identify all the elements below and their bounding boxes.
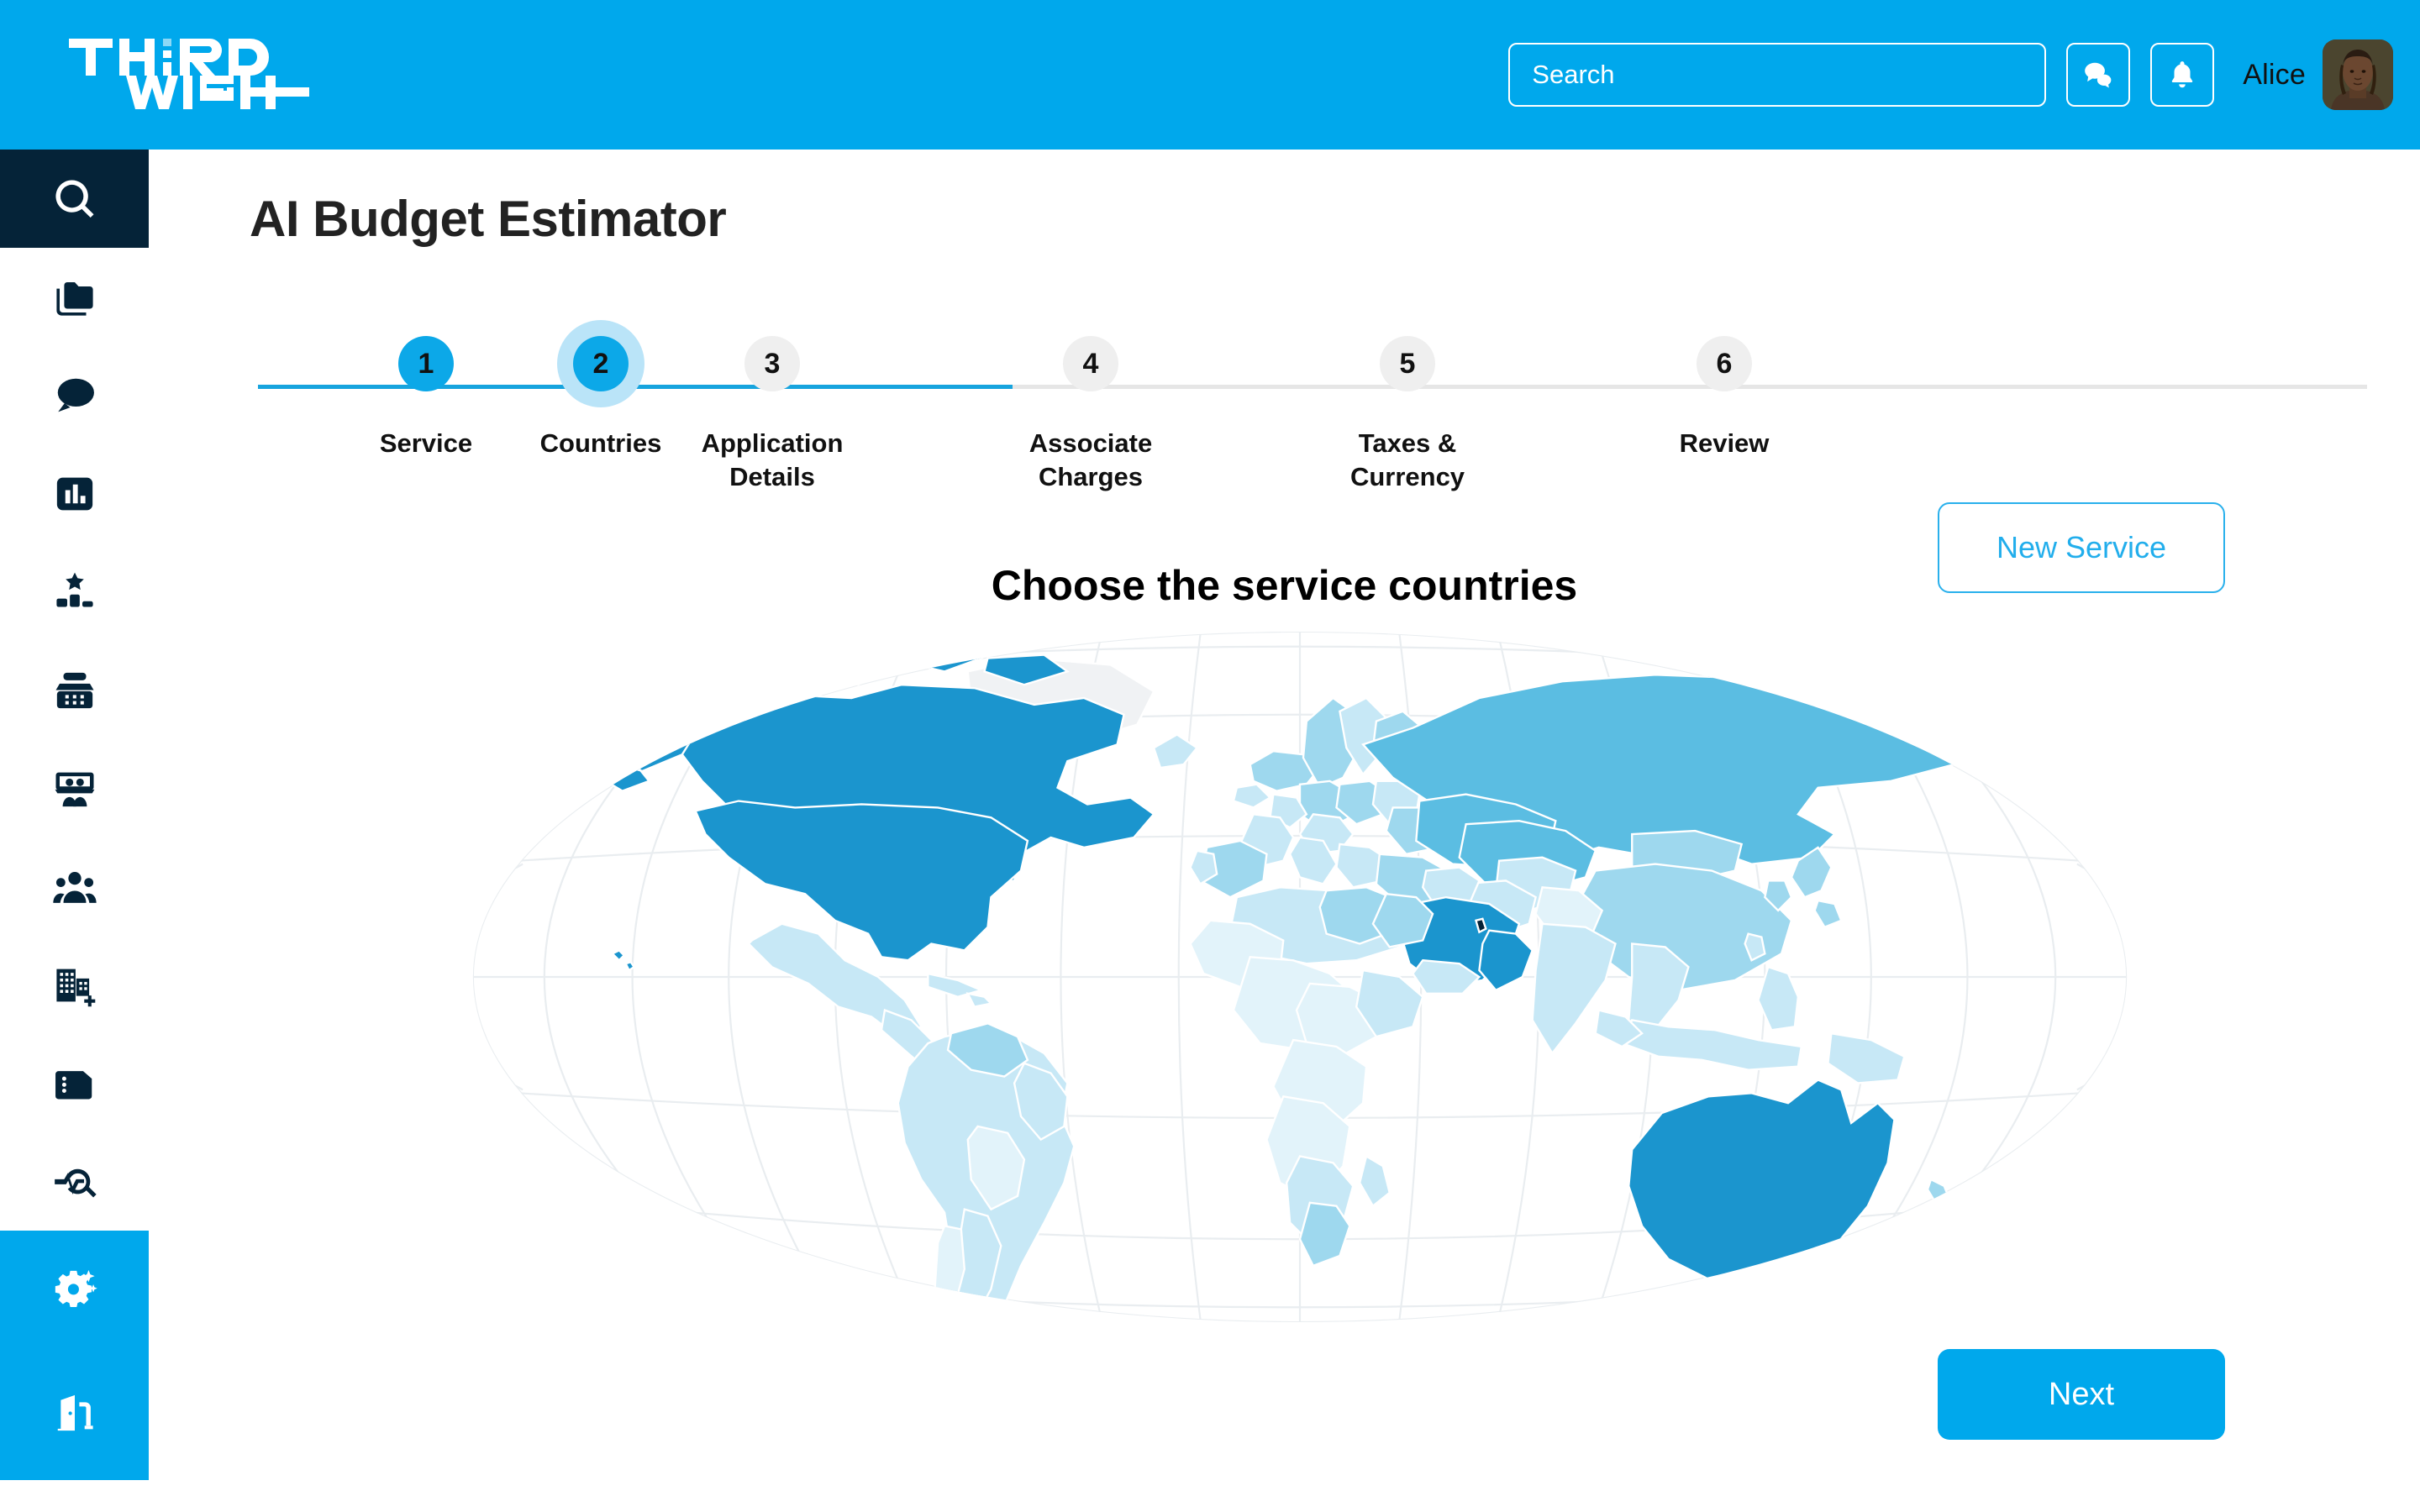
sidebar	[0, 150, 149, 1512]
document-menu-icon	[55, 1070, 92, 1099]
new-service-button[interactable]: New Service	[1938, 502, 2225, 593]
stepper-step-4-number: 4	[1063, 336, 1118, 391]
map-countries	[604, 643, 1972, 1323]
avatar[interactable]	[2323, 39, 2393, 110]
sidebar-item-ai-settings[interactable]	[0, 1231, 149, 1346]
stepper-step-5-label: Taxes & Currency	[1349, 428, 1465, 491]
chat-bubbles-icon	[2085, 62, 2112, 88]
notifications-button[interactable]	[2150, 43, 2215, 107]
sidebar-item-companies[interactable]	[0, 936, 149, 1034]
analytics-search-icon	[54, 1168, 97, 1197]
search-input[interactable]	[1508, 43, 2047, 107]
stepper-step-2-number: 2	[573, 336, 629, 391]
search-icon	[55, 179, 93, 218]
sidebar-item-logout[interactable]	[0, 1346, 149, 1480]
sidebar-item-search[interactable]	[0, 150, 149, 248]
stepper-step-6-label: Review	[1679, 428, 1770, 458]
stepper-step-1-number: 1	[398, 336, 454, 391]
sidebar-item-messages[interactable]	[0, 346, 149, 444]
sidebar-item-reports[interactable]	[0, 444, 149, 543]
sidebar-item-folders[interactable]	[0, 248, 149, 346]
stepper-step-4-label: Associate Charges	[1028, 428, 1153, 491]
people-group-icon	[52, 871, 97, 903]
bar-chart-icon	[56, 477, 92, 510]
sidebar-item-clients[interactable]	[0, 837, 149, 936]
chat-bubble-icon	[57, 378, 94, 412]
page-title: AI Budget Estimator	[250, 191, 727, 247]
stepper-step-3-number: 3	[744, 336, 800, 391]
stepper-step-4[interactable]: 4 Associate Charges	[965, 318, 1217, 493]
stepper-step-6-number: 6	[1697, 336, 1752, 391]
stepper: 1 Service 2 Countries 3 Application Deta…	[149, 318, 2420, 511]
stepper-step-3[interactable]: 3 Application Details	[646, 318, 898, 493]
stepper-step-3-label: Application Details	[701, 428, 844, 491]
sidebar-item-insights[interactable]	[0, 1132, 149, 1231]
bell-icon	[2172, 61, 2193, 88]
sidebar-item-documents[interactable]	[0, 1034, 149, 1132]
exit-door-icon	[57, 1394, 93, 1431]
sidebar-item-rankings[interactable]	[0, 543, 149, 641]
brand-logo[interactable]	[67, 34, 319, 114]
gear-sparkle-icon	[55, 1269, 97, 1307]
stepper-step-5[interactable]: 5 Taxes & Currency	[1281, 318, 1534, 493]
user-name[interactable]: Alice	[2243, 59, 2306, 92]
sidebar-item-meetings[interactable]	[0, 739, 149, 837]
stepper-step-2-label: Countries	[539, 428, 662, 458]
main-content: AI Budget Estimator 1 Service 2 Countrie…	[149, 150, 2420, 1512]
building-add-icon	[55, 969, 95, 1006]
stepper-step-5-number: 5	[1380, 336, 1435, 391]
stepper-step-1-label: Service	[379, 428, 473, 458]
sidebar-item-point-of-sale[interactable]	[0, 641, 149, 739]
header-controls: Alice	[1508, 0, 2420, 150]
presentation-people-icon	[55, 772, 94, 806]
app-header: Alice	[0, 0, 2420, 150]
podium-star-icon	[55, 572, 93, 607]
cash-register-icon	[55, 672, 93, 708]
next-button[interactable]: Next	[1938, 1349, 2225, 1440]
world-map[interactable]	[468, 628, 2132, 1326]
stepper-step-6[interactable]: 6 Review	[1598, 318, 1850, 460]
messages-button[interactable]	[2066, 43, 2131, 107]
folders-icon	[55, 281, 93, 316]
